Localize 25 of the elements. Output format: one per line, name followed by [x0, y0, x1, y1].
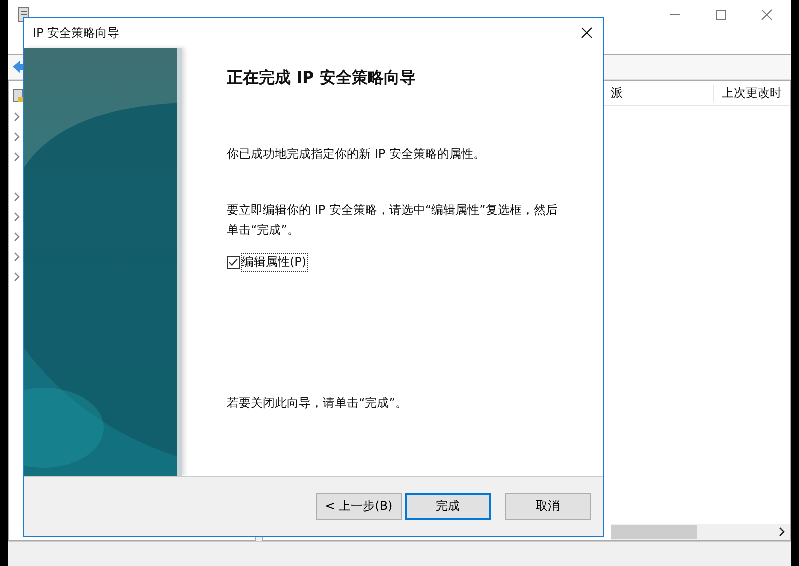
- cancel-button[interactable]: 取消: [505, 493, 591, 520]
- closing-text: 若要关闭此向导，请单击“完成”。: [227, 395, 408, 412]
- dialog-title: IP 安全策略向导: [33, 24, 120, 42]
- scroll-right-icon[interactable]: [778, 527, 786, 537]
- expand-chevron-icon[interactable]: [13, 211, 21, 223]
- checkbox[interactable]: [227, 256, 240, 269]
- policy-icon: [13, 89, 25, 103]
- expand-chevron-icon[interactable]: [13, 151, 21, 163]
- instruction-text: 要立即编辑你的 IP 安全策略，请选中“编辑属性”复选框，然后单击“完成”。: [227, 202, 559, 239]
- maximize-icon[interactable]: [715, 9, 727, 21]
- close-icon[interactable]: [581, 27, 593, 39]
- horizontal-scrollbar[interactable]: [611, 524, 790, 540]
- wizard-heading: 正在完成 IP 安全策略向导: [227, 68, 417, 89]
- column-header[interactable]: 上次更改时: [713, 84, 790, 102]
- expand-chevron-icon[interactable]: [13, 111, 21, 123]
- expand-chevron-icon[interactable]: [13, 191, 21, 203]
- expand-chevron-icon[interactable]: [13, 231, 21, 243]
- expand-chevron-icon[interactable]: [13, 251, 21, 263]
- back-button[interactable]: < 上一步(B): [316, 493, 402, 520]
- finish-button[interactable]: 完成: [405, 493, 491, 520]
- checkbox-label[interactable]: 编辑属性(P): [242, 254, 307, 271]
- column-header[interactable]: 派: [607, 84, 627, 102]
- expand-chevron-icon[interactable]: [13, 271, 21, 283]
- expand-chevron-icon[interactable]: [13, 131, 21, 143]
- completion-text: 你已成功地完成指定你的新 IP 安全策略的属性。: [227, 146, 486, 163]
